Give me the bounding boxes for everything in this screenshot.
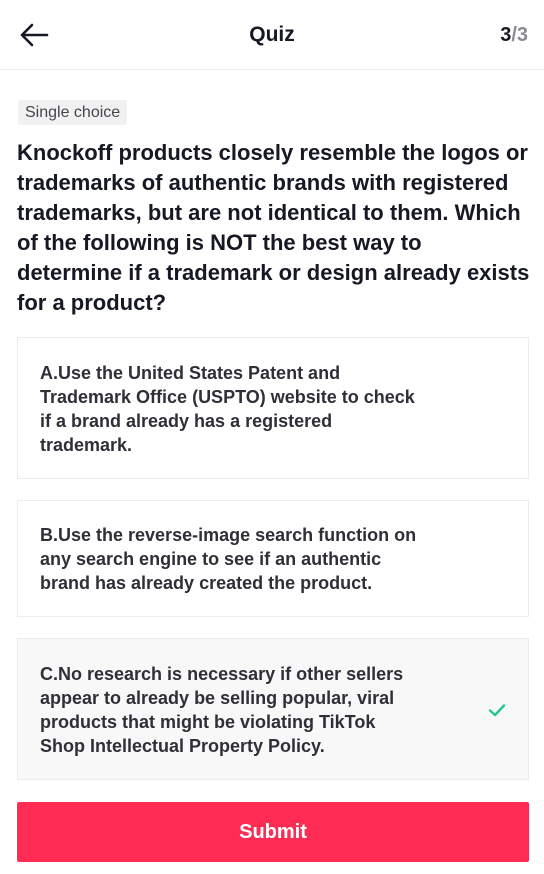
option-a[interactable]: A.Use the United States Patent and Trade… (17, 337, 529, 479)
header-bar: Quiz 3/3 (0, 0, 544, 70)
page-title: Quiz (249, 23, 295, 46)
option-label: B.Use the reverse-image search function … (40, 525, 417, 593)
quiz-screen: Quiz 3/3 Single choice Knockoff products… (0, 0, 544, 874)
option-label: C.No research is necessary if other sell… (40, 664, 404, 756)
option-c[interactable]: C.No research is necessary if other sell… (17, 638, 529, 780)
submit-button[interactable]: Submit (17, 802, 529, 862)
question-progress: 3/3 (500, 22, 528, 48)
option-label: A.Use the United States Patent and Trade… (40, 363, 415, 455)
check-icon (488, 704, 506, 717)
option-b[interactable]: B.Use the reverse-image search function … (17, 500, 529, 617)
progress-total: 3 (516, 24, 528, 46)
question-text: Knockoff products closely resemble the l… (17, 140, 530, 315)
progress-current: 3 (500, 24, 512, 46)
question-type-badge: Single choice (18, 100, 128, 125)
